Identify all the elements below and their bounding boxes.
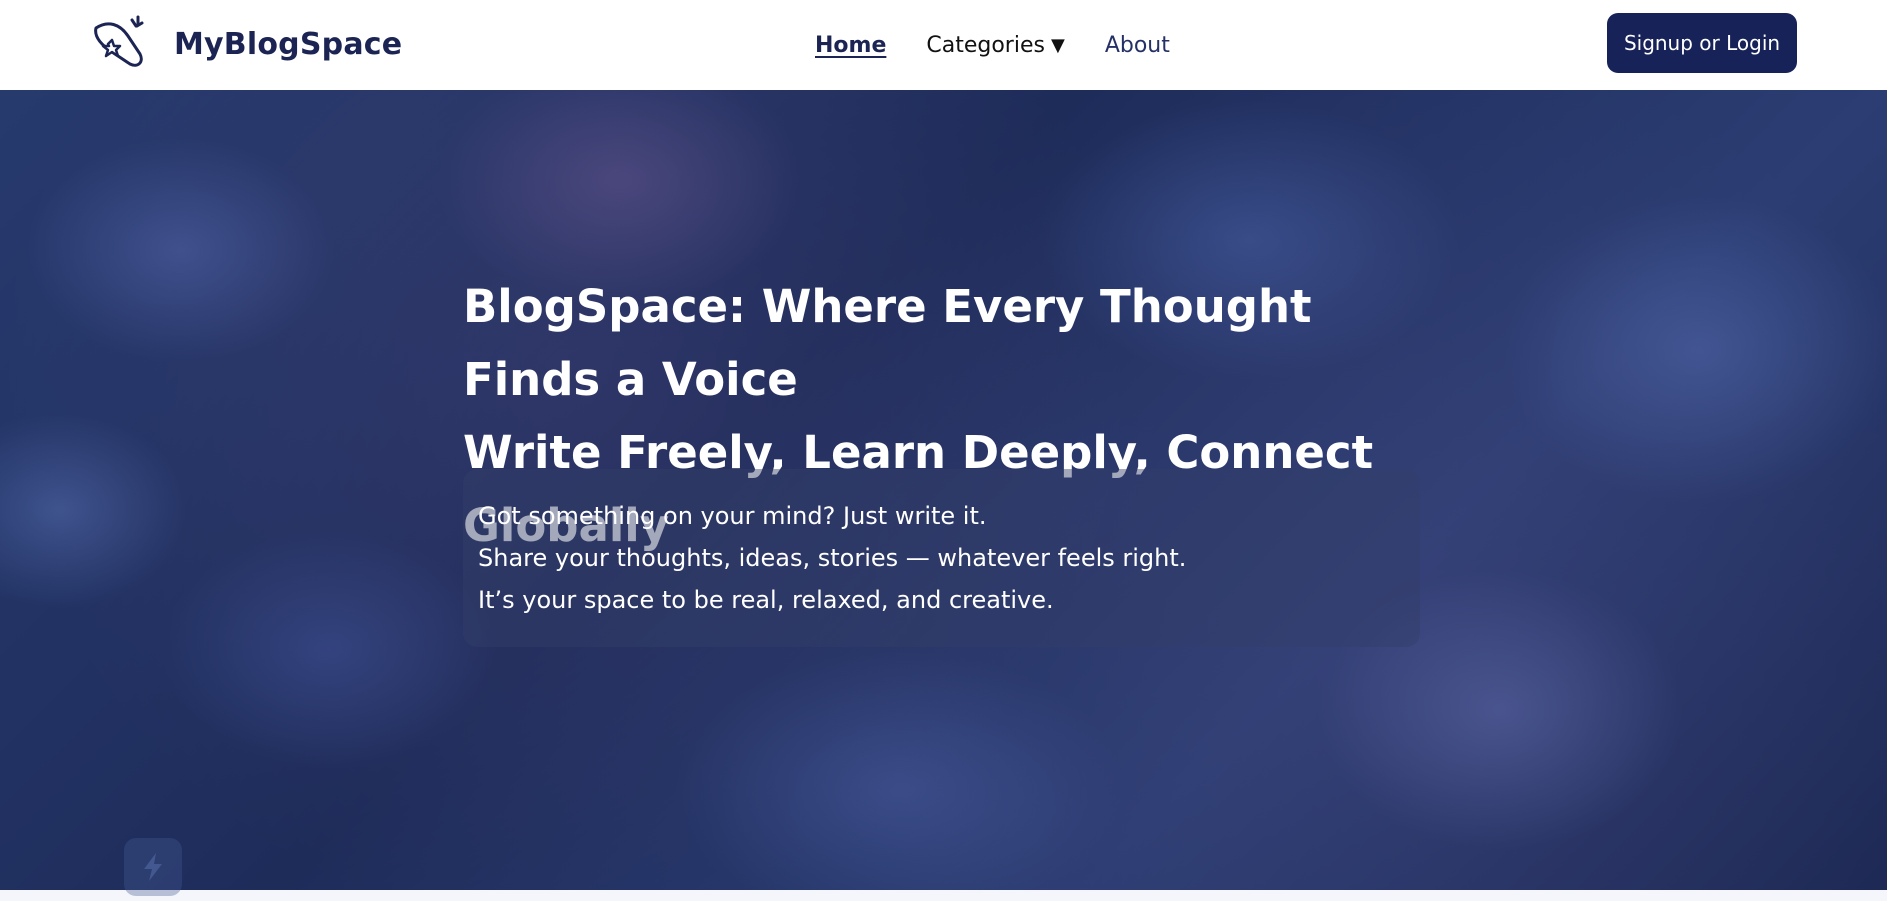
nav-categories-dropdown[interactable]: Categories ▼ (926, 33, 1064, 58)
floating-widget-button[interactable] (124, 838, 182, 896)
signup-login-button[interactable]: Signup or Login (1607, 13, 1797, 73)
hero-description-line: Got something on your mind? Just write i… (478, 502, 987, 530)
main-nav: Home Categories ▼ About (815, 28, 1170, 62)
page-bottom-strip (0, 890, 1887, 901)
lightning-icon (144, 853, 162, 881)
brand-name: MyBlogSpace (174, 26, 403, 62)
nav-home-link[interactable]: Home (815, 33, 886, 58)
hero-title-line1: BlogSpace: Where Every Thought Finds a V… (463, 280, 1312, 406)
hero-description-line: It’s your space to be real, relaxed, and… (478, 586, 1054, 614)
nav-about-link[interactable]: About (1105, 33, 1170, 58)
hero-section: BlogSpace: Where Every Thought Finds a V… (0, 90, 1887, 890)
rocket-star-icon (94, 15, 144, 67)
brand-logo-link[interactable]: MyBlogSpace (88, 14, 402, 74)
hero-description-line: Share your thoughts, ideas, stories — wh… (478, 544, 1187, 572)
top-navbar: MyBlogSpace Home Categories ▼ About Sign… (0, 0, 1887, 90)
caret-down-icon: ▼ (1050, 34, 1065, 56)
hero-description-card: Got something on your mind? Just write i… (463, 469, 1420, 647)
nav-categories-label: Categories (926, 32, 1045, 58)
